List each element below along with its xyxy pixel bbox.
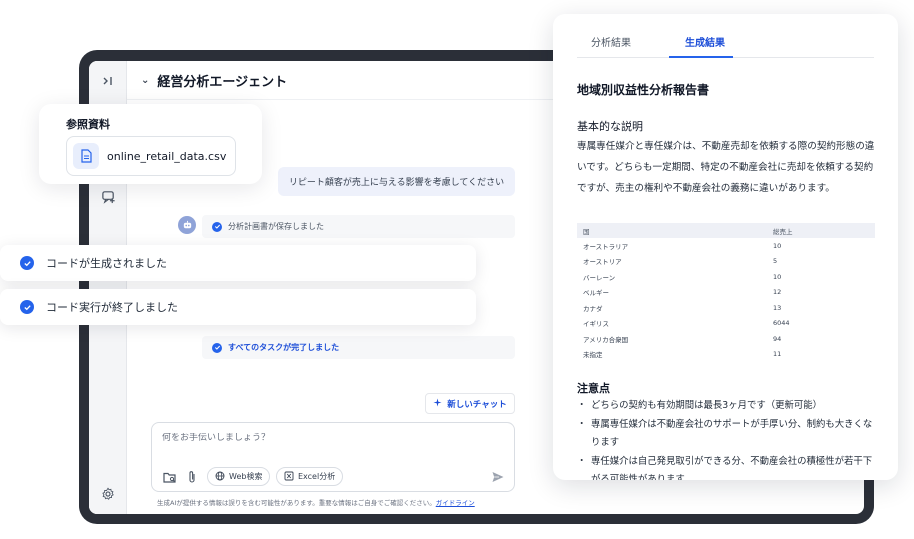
check-circle-icon bbox=[212, 342, 222, 353]
table-cell: 未指定 bbox=[583, 351, 603, 360]
message-input[interactable] bbox=[162, 433, 462, 443]
revenue-table: 国 総売上 オーストラリア 10 オーストリア 5 バーレーン 10 ベルギー 12 カ… bbox=[577, 223, 875, 362]
message-composer: Web検索 Excel分析 bbox=[151, 422, 515, 492]
table-cell: 12 bbox=[773, 288, 782, 297]
table-cell: カナダ bbox=[583, 304, 603, 313]
report-title: 地域別収益性分析報告書 bbox=[577, 83, 710, 97]
app-title[interactable]: ⌄ 経営分析エージェント bbox=[141, 71, 287, 90]
table-header-sales: 総売上 bbox=[767, 223, 875, 238]
table-cell: 94 bbox=[773, 334, 782, 343]
disclaimer: 生成AIが提供する情報は誤りを含む可能性があります。重要な情報はご自身でご確認く… bbox=[157, 497, 475, 507]
guideline-link[interactable]: ガイドライン bbox=[436, 499, 475, 507]
table-row: 未指定 11 bbox=[577, 347, 875, 363]
new-chat-sidebar-icon[interactable] bbox=[98, 186, 118, 206]
section-notes-heading: 注意点 bbox=[577, 382, 610, 395]
status-all-done: すべてのタスクが完了しました bbox=[202, 336, 515, 359]
basic-description: 専属専任媒介と専任媒介は、不動産売却を依頼する際の契約形態の違いです。どちらも一… bbox=[577, 141, 875, 194]
web-search-toggle[interactable]: Web検索 bbox=[207, 467, 271, 486]
paperclip-icon[interactable] bbox=[184, 469, 200, 485]
toast-code-generated: コードが生成されました bbox=[0, 245, 476, 281]
table-row: オーストラリア 10 bbox=[577, 238, 875, 254]
table-cell: 13 bbox=[773, 303, 782, 312]
reference-file-name: online_retail_data.csv bbox=[107, 149, 227, 163]
active-tab-indicator bbox=[669, 56, 733, 58]
section-basic-heading: 基本的な説明 bbox=[577, 120, 643, 133]
globe-icon bbox=[215, 471, 225, 483]
app-title-text: 経営分析エージェント bbox=[157, 75, 288, 90]
table-row: オーストリア 5 bbox=[577, 254, 875, 270]
toast-code-generated-text: コードが生成されました bbox=[46, 257, 167, 270]
bot-avatar-icon bbox=[178, 216, 196, 234]
table-row: カナダ 13 bbox=[577, 300, 875, 316]
reference-file-chip[interactable]: online_retail_data.csv bbox=[66, 136, 236, 176]
status-plan-saved: 分析計画書が保存しました bbox=[202, 215, 515, 238]
document-icon bbox=[73, 143, 99, 169]
table-cell: 10 bbox=[773, 241, 782, 250]
table-cell: バーレーン bbox=[583, 273, 616, 282]
table-row: ベルギー 12 bbox=[577, 285, 875, 301]
table-cell: ベルギー bbox=[583, 289, 609, 298]
result-panel: 分析結果 生成結果 地域別収益性分析報告書 基本的な説明 専属専任媒介と専任媒介… bbox=[553, 14, 898, 480]
reference-title: 参照資料 bbox=[66, 118, 110, 131]
status-plan-saved-text: 分析計画書が保存しました bbox=[228, 222, 324, 231]
check-circle-icon bbox=[20, 256, 34, 270]
settings-gear-icon[interactable] bbox=[98, 484, 118, 504]
excel-icon bbox=[284, 471, 294, 483]
reference-card: 参照資料 online_retail_data.csv bbox=[39, 104, 262, 184]
list-item: 専任媒介は自己発見取引ができる分、不動産会社の積極性が若干下がる可能性があります bbox=[577, 453, 877, 481]
table-row: バーレーン 10 bbox=[577, 269, 875, 285]
table-cell: オーストラリア bbox=[583, 242, 629, 251]
status-all-done-text: すべてのタスクが完了しました bbox=[228, 343, 340, 352]
check-circle-icon bbox=[212, 221, 222, 232]
notes-list: どちらの契約も有効期間は最長3ヶ月です（更新可能） 専属専任媒介は不動産会社のサ… bbox=[577, 397, 877, 480]
user-message-bubble: リピート顧客が売上に与える影響を考慮してください bbox=[278, 167, 515, 196]
list-item: 専属専任媒介は不動産会社のサポートが手厚い分、制約も大きくなります bbox=[577, 416, 877, 453]
folder-search-icon[interactable] bbox=[162, 469, 178, 485]
table-cell: 10 bbox=[773, 272, 782, 281]
new-chat-button[interactable]: 新しいチャット bbox=[425, 393, 515, 414]
result-tabs: 分析結果 生成結果 bbox=[577, 14, 874, 58]
table-cell: イギリス bbox=[583, 320, 609, 329]
table-cell: 5 bbox=[773, 257, 778, 266]
table-row: アメリカ合衆国 94 bbox=[577, 331, 875, 347]
collapse-sidebar-icon[interactable] bbox=[98, 71, 118, 91]
disclaimer-text: 生成AIが提供する情報は誤りを含む可能性があります。重要な情報はご自身でご確認く… bbox=[157, 499, 436, 507]
table-header-row: 国 総売上 bbox=[577, 223, 875, 238]
sparkle-icon bbox=[433, 397, 442, 410]
table-cell: 6044 bbox=[773, 319, 790, 328]
tab-generated-result[interactable]: 生成結果 bbox=[685, 34, 725, 49]
table-cell: 11 bbox=[773, 350, 782, 359]
table-cell: オーストリア bbox=[583, 258, 622, 267]
web-search-label: Web検索 bbox=[229, 472, 263, 481]
table-header-country: 国 bbox=[577, 223, 767, 238]
list-item: どちらの契約も有効期間は最長3ヶ月です（更新可能） bbox=[577, 397, 877, 416]
tab-analysis-result[interactable]: 分析結果 bbox=[591, 34, 631, 49]
chevron-down-icon: ⌄ bbox=[141, 75, 150, 86]
excel-analysis-label: Excel分析 bbox=[298, 472, 336, 481]
table-row: イギリス 6044 bbox=[577, 316, 875, 332]
check-circle-icon bbox=[20, 300, 34, 314]
new-chat-label: 新しいチャット bbox=[447, 399, 507, 410]
toast-code-executed-text: コード実行が終了しました bbox=[46, 301, 178, 314]
toast-code-executed: コード実行が終了しました bbox=[0, 289, 476, 325]
excel-analysis-toggle[interactable]: Excel分析 bbox=[276, 467, 344, 486]
table-cell: アメリカ合衆国 bbox=[583, 335, 629, 344]
send-icon[interactable] bbox=[491, 469, 507, 485]
